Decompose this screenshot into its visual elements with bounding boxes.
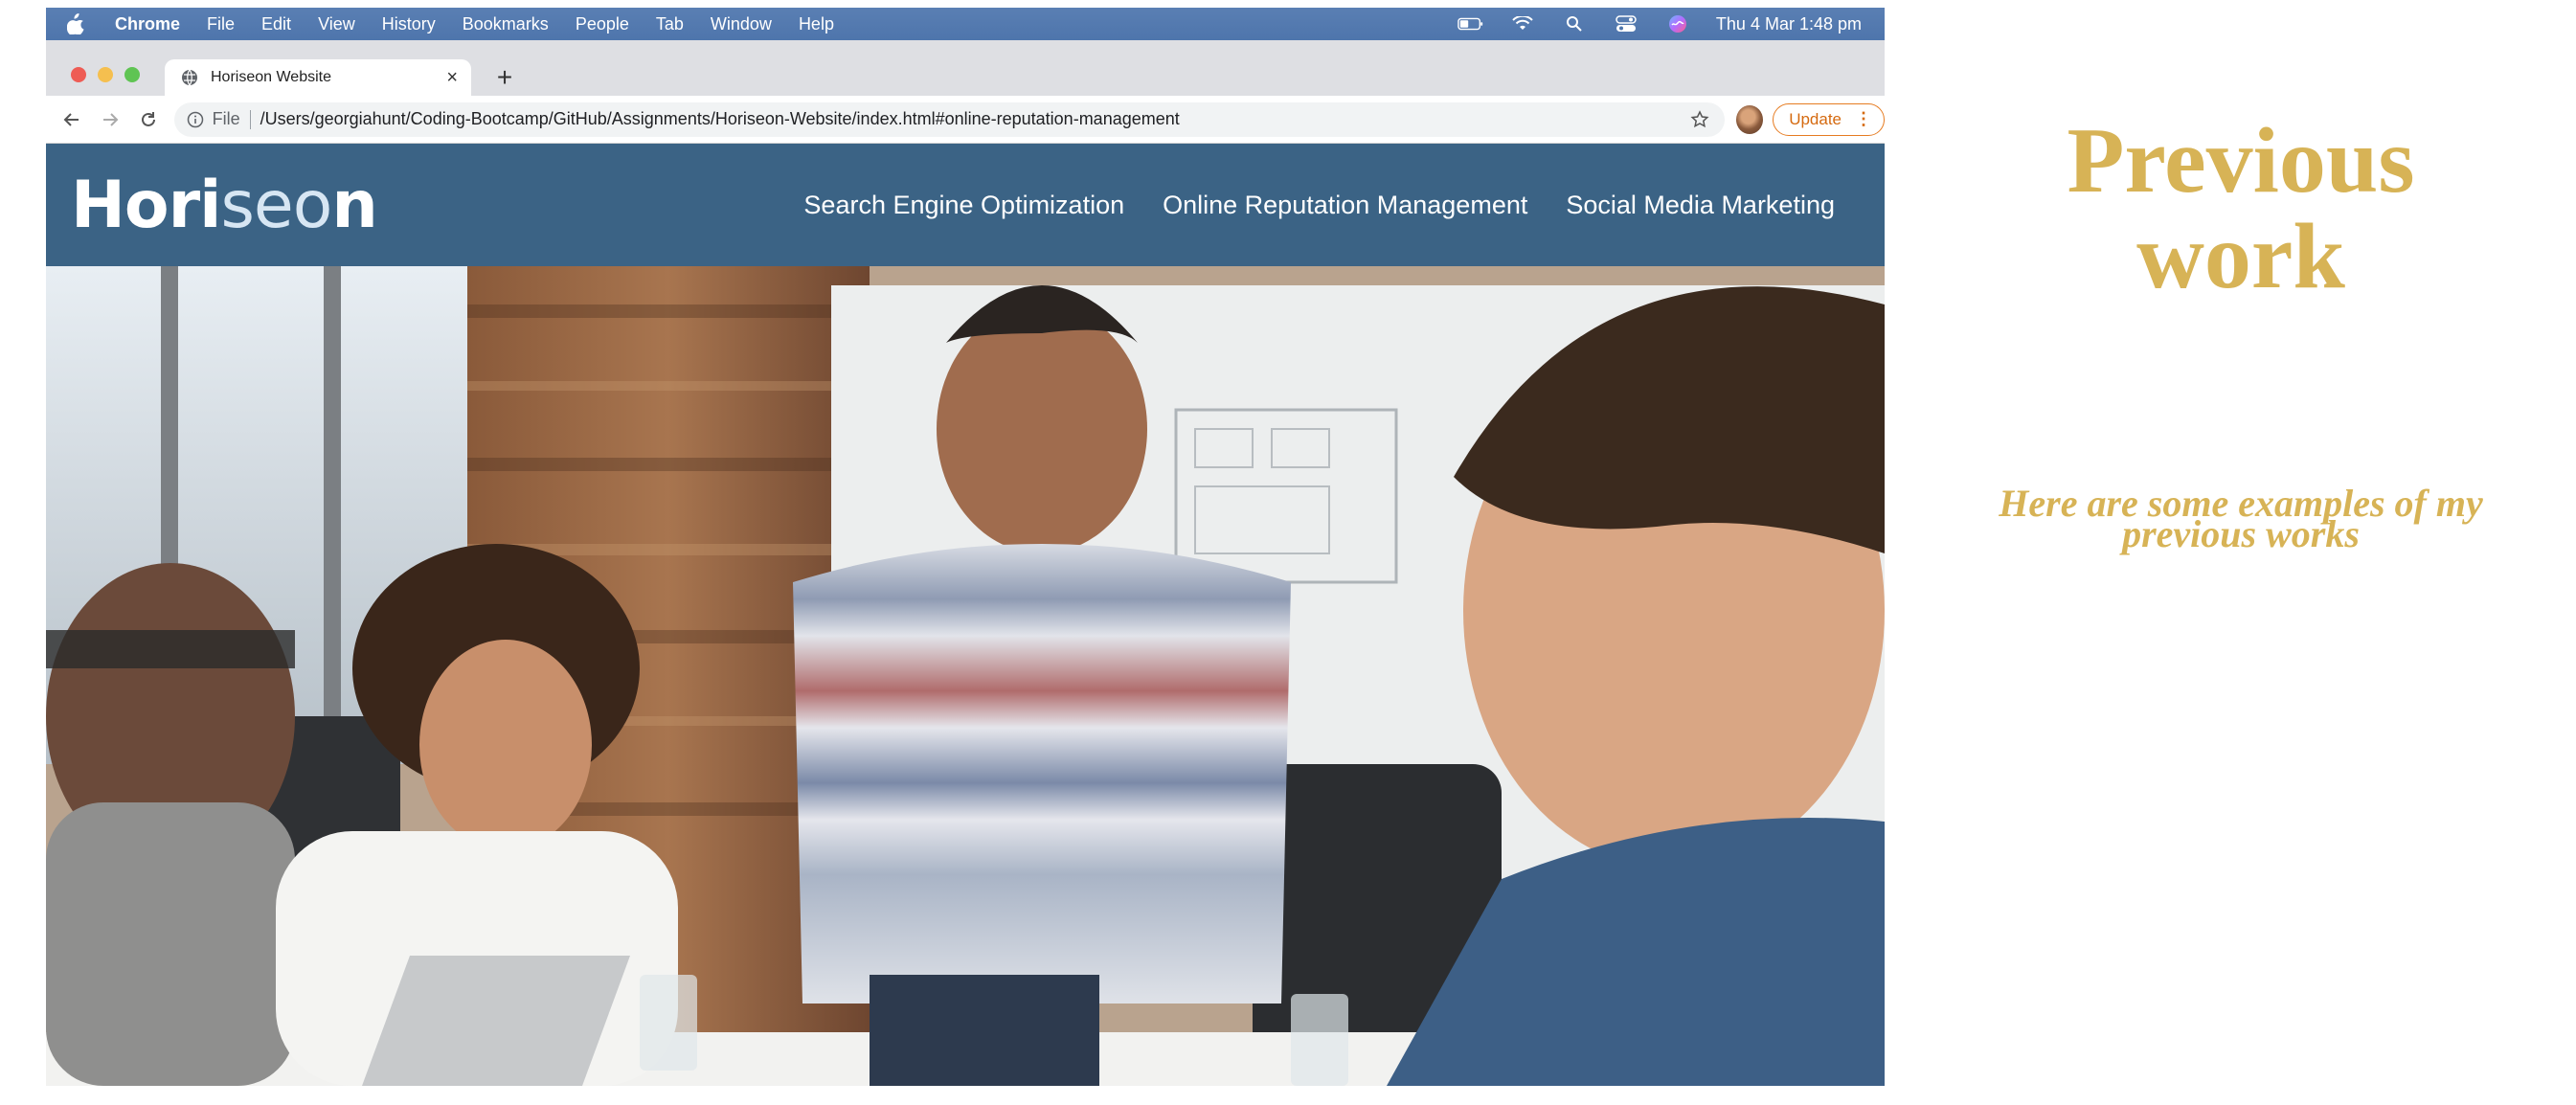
site-logo[interactable]: Horiseon (71, 167, 378, 243)
menu-app-name[interactable]: Chrome (115, 14, 180, 34)
menu-file[interactable]: File (207, 14, 235, 34)
title-line-1: Previous (2067, 109, 2415, 213)
previous-work-section: Previous work Here are some examples of … (1906, 0, 2576, 1105)
control-center-icon[interactable] (1613, 14, 1639, 34)
hero-office-photo (46, 266, 1885, 1086)
battery-icon[interactable] (1457, 14, 1484, 34)
menu-tab[interactable]: Tab (656, 14, 684, 34)
new-tab-button[interactable]: + (488, 61, 521, 94)
tab-title: Horiseon Website (211, 69, 331, 85)
forward-arrow-icon[interactable] (96, 104, 124, 135)
window-close-button[interactable] (71, 67, 86, 82)
menu-window[interactable]: Window (711, 14, 772, 34)
logo-text-accent: seo (220, 167, 332, 243)
logo-text-start: Hori (71, 167, 221, 243)
url-scheme-label: File (212, 109, 240, 128)
hero-image (46, 266, 1885, 1086)
browser-menu-icon[interactable]: ⋮ (1855, 109, 1872, 129)
menu-view[interactable]: View (318, 14, 355, 34)
nav-link-reputation[interactable]: Online Reputation Management (1163, 191, 1527, 220)
spotlight-search-icon[interactable] (1561, 14, 1588, 34)
nav-link-social[interactable]: Social Media Marketing (1566, 191, 1835, 220)
menu-history[interactable]: History (382, 14, 436, 34)
site-info-icon[interactable] (186, 110, 205, 129)
site-header: Horiseon Search Engine Optimization Onli… (46, 144, 1885, 266)
url-text[interactable]: /Users/georgiahunt/Coding-Bootcamp/GitHu… (260, 109, 1180, 129)
previous-work-title: Previous work (1906, 113, 2576, 304)
reload-icon[interactable] (134, 104, 163, 135)
update-label: Update (1789, 109, 1842, 128)
address-bar[interactable]: File /Users/georgiahunt/Coding-Bootcamp/… (173, 101, 1726, 137)
previous-work-subtitle: Here are some examples of my previous wo… (1999, 482, 2483, 555)
globe-icon (180, 68, 199, 87)
browser-window: Chrome File Edit View History Bookmarks … (46, 8, 1885, 1086)
profile-avatar[interactable] (1736, 104, 1764, 134)
web-page: Horiseon Search Engine Optimization Onli… (46, 144, 1885, 1086)
menubar-status-area: Thu 4 Mar 1:48 pm (1457, 14, 1862, 34)
macos-menu-bar: Chrome File Edit View History Bookmarks … (46, 8, 1885, 40)
tab-strip: Horiseon Website × + (46, 40, 1885, 96)
menubar-clock[interactable]: Thu 4 Mar 1:48 pm (1716, 14, 1862, 34)
menu-bookmarks[interactable]: Bookmarks (463, 14, 549, 34)
update-button[interactable]: Update ⋮ (1773, 102, 1885, 136)
menu-people[interactable]: People (576, 14, 629, 34)
title-line-2: work (2136, 205, 2345, 308)
site-nav: Search Engine Optimization Online Reputa… (803, 191, 1835, 220)
bookmark-star-icon[interactable] (1688, 108, 1711, 131)
window-zoom-button[interactable] (124, 67, 140, 82)
browser-tab-active[interactable]: Horiseon Website × (165, 59, 471, 96)
logo-text-end: n (331, 167, 377, 243)
wifi-icon[interactable] (1509, 14, 1536, 34)
menu-edit[interactable]: Edit (261, 14, 291, 34)
url-separator (249, 109, 251, 129)
tab-close-icon[interactable]: × (446, 68, 458, 87)
back-arrow-icon[interactable] (57, 104, 86, 135)
browser-toolbar: File /Users/georgiahunt/Coding-Bootcamp/… (46, 96, 1885, 144)
nav-link-seo[interactable]: Search Engine Optimization (803, 191, 1124, 220)
window-minimize-button[interactable] (98, 67, 113, 82)
apple-logo-icon[interactable] (67, 13, 88, 34)
menu-help[interactable]: Help (799, 14, 834, 34)
siri-icon[interactable] (1664, 14, 1691, 34)
